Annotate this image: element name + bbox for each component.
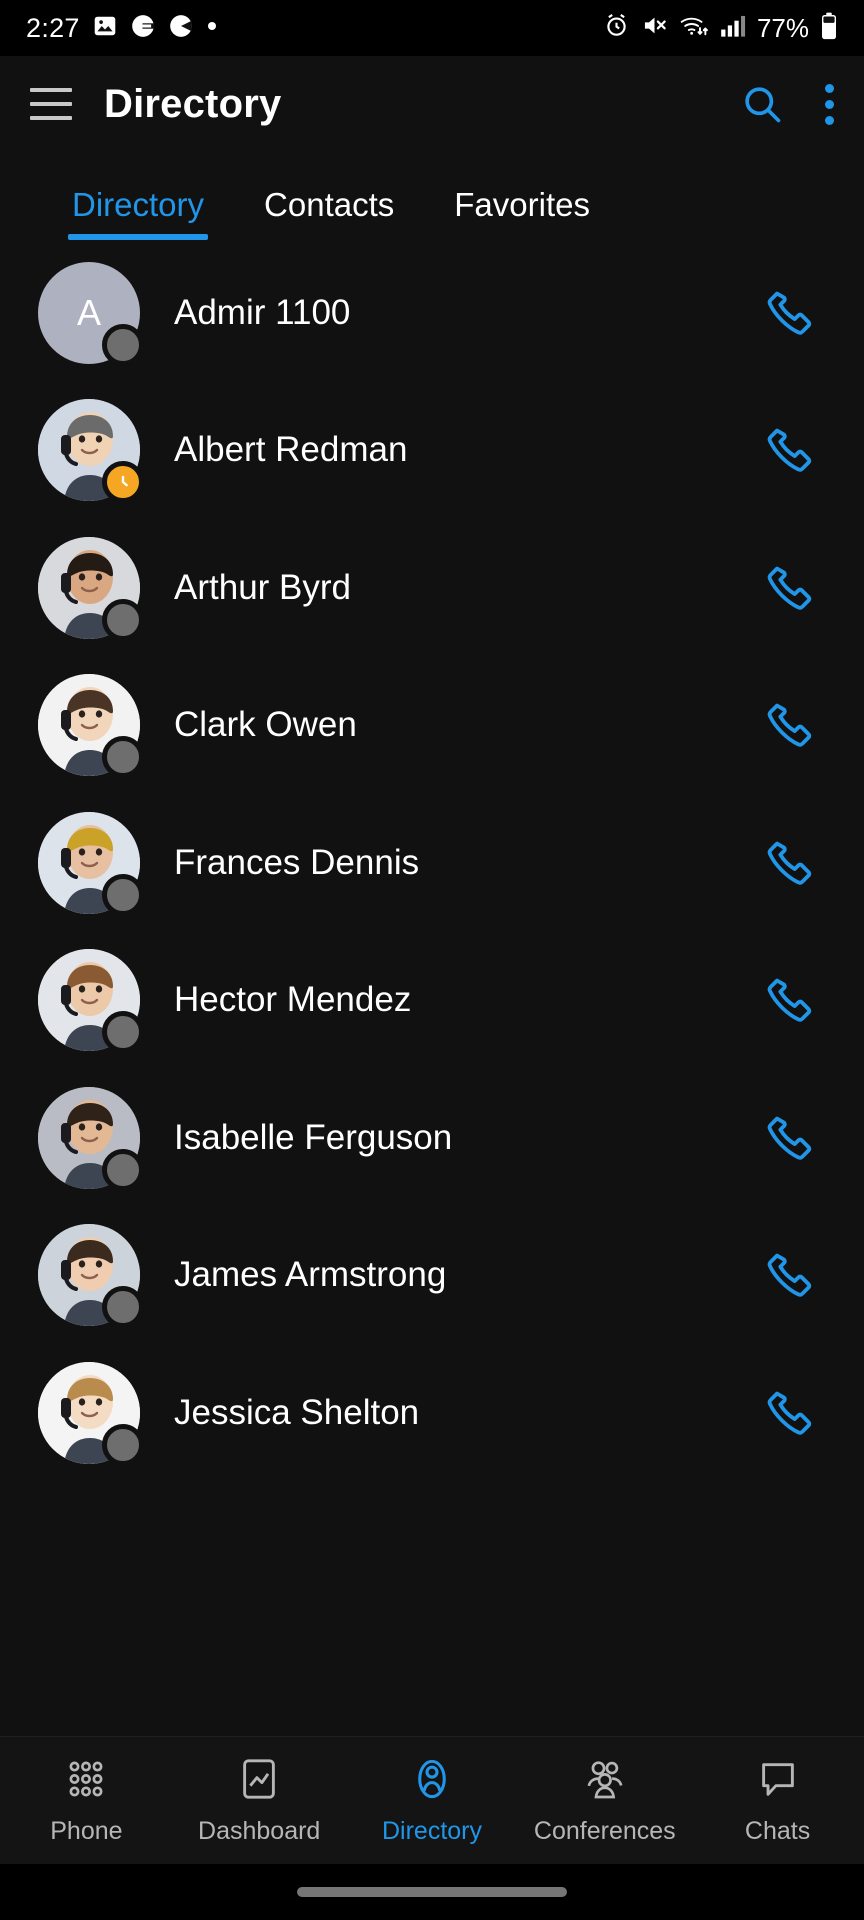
contact-row[interactable]: Albert Redman [0,382,864,520]
phone-call-icon[interactable] [750,548,830,628]
wifi-icon [679,12,709,44]
photo-icon [92,13,118,44]
presence-badge-offline [102,598,144,641]
app-root: 2:27 77% Directory Directory Contacts Fa… [0,0,864,1920]
nav-item-directory[interactable]: Directory [346,1756,519,1846]
presence-badge-offline [102,873,144,916]
contact-row[interactable]: Clark Owen [0,657,864,795]
phone-call-icon[interactable] [750,960,830,1040]
status-bar: 2:27 77% [0,0,864,56]
person-icon [409,1756,455,1807]
tab-label: Contacts [264,186,395,223]
contact-name: Admir 1100 [174,292,351,332]
phone-call-icon[interactable] [750,1098,830,1178]
contact-row[interactable]: Jessica Shelton [0,1344,864,1482]
alarm-icon [603,12,630,44]
app-badge-icon-2 [168,13,194,44]
nav-label: Directory [381,1816,482,1845]
nav-item-phone[interactable]: Phone [0,1756,173,1846]
phone-call-icon[interactable] [750,410,830,490]
page-title: Directory [104,81,282,126]
presence-badge-offline [102,736,144,779]
signal-icon [720,14,746,43]
contact-row[interactable]: Hector Mendez [0,932,864,1070]
avatar: A [38,261,144,366]
hamburger-menu-icon[interactable] [30,88,72,120]
presence-badge-offline [102,323,144,366]
status-bar-right: 77% [603,12,838,45]
search-icon[interactable] [740,82,784,126]
presence-badge-offline [102,1286,144,1329]
avatar-initial-label: A [76,291,101,333]
contact-name: Clark Owen [174,705,357,745]
phone-call-icon[interactable] [750,1235,830,1315]
contact-row[interactable]: Isabelle Ferguson [0,1069,864,1207]
nav-item-conferences[interactable]: Conferences [518,1756,691,1846]
presence-badge-offline [102,1423,144,1466]
phone-call-icon[interactable] [750,685,830,765]
contact-row[interactable]: James Armstrong [0,1207,864,1345]
contact-name: Albert Redman [174,430,408,470]
gesture-bar [0,1864,864,1920]
contact-row[interactable]: Arthur Byrd [0,519,864,657]
contact-name: Arthur Byrd [174,567,351,607]
avatar [38,399,144,504]
battery-icon [820,12,838,45]
dialpad-icon [63,1756,109,1807]
app-bar: Directory [0,56,864,152]
avatar [38,949,144,1054]
contact-row[interactable]: Frances Dennis [0,794,864,932]
bottom-navigation: Phone Dashboard Directory Conferences Ch… [0,1736,864,1864]
contact-name: Hector Mendez [174,980,412,1020]
avatar [38,674,144,779]
contact-name: Jessica Shelton [174,1392,420,1432]
nav-label: Conferences [533,1816,676,1845]
chat-bubble-icon [755,1756,801,1807]
chart-icon [236,1756,282,1807]
more-vertical-icon[interactable] [824,83,834,125]
contact-row[interactable]: A Admir 1100 [0,244,864,382]
avatar [38,536,144,641]
status-bar-clock: 2:27 [26,12,80,43]
nav-label: Phone [50,1816,123,1845]
app-bar-actions [740,82,834,126]
tab-bar: Directory Contacts Favorites [0,152,864,240]
tab-directory[interactable]: Directory [67,186,209,240]
dot-icon [206,19,218,37]
contact-name: Frances Dennis [174,842,420,882]
presence-badge-away [102,461,144,504]
avatar [38,811,144,916]
group-icon [582,1756,628,1807]
nav-label: Dashboard [198,1816,321,1845]
status-bar-left: 2:27 [26,13,218,44]
tab-contacts[interactable]: Contacts [264,186,394,240]
presence-badge-offline [102,1148,144,1191]
tab-favorites[interactable]: Favorites [454,186,590,240]
contact-name: Isabelle Ferguson [174,1117,453,1157]
volume-muted-icon [641,12,668,44]
avatar [38,1224,144,1329]
contact-name: James Armstrong [174,1255,447,1295]
phone-call-icon[interactable] [750,1373,830,1453]
app-badge-icon [130,13,156,44]
phone-call-icon[interactable] [750,273,830,353]
nav-label: Chats [744,1816,811,1845]
battery-percent-label: 77% [756,12,809,43]
phone-call-icon[interactable] [750,823,830,903]
tab-label: Directory [72,186,205,223]
directory-list[interactable]: A Admir 1100 Albert Redman Arthur Byrd Clark… [0,240,864,1736]
avatar [38,1361,144,1466]
nav-item-chats[interactable]: Chats [691,1756,864,1846]
nav-item-dashboard[interactable]: Dashboard [173,1756,346,1846]
tab-label: Favorites [454,186,590,223]
presence-badge-offline [102,1011,144,1054]
avatar [38,1086,144,1191]
